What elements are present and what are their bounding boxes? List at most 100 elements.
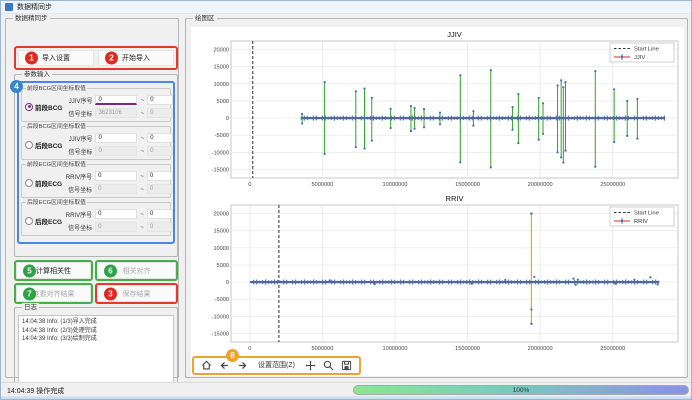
correlation-align-box: 6 相关对齐 [95, 260, 178, 281]
radio-icon [25, 179, 33, 187]
radio-icon [25, 103, 33, 111]
param-section-title: 前段ECG区间坐标取值 [26, 161, 87, 169]
svg-text:15000: 15000 [213, 229, 229, 235]
left-panel-title: 数据精同步 [13, 14, 50, 23]
param-section-rear-bcg: 后段BCG区间坐标取值后段BCGJJIV序号0~0信号坐标0~0 [21, 126, 171, 160]
log-textbox[interactable]: 14:04:38 Info: (1/3)导入完成14:04:38 Info: (… [18, 315, 174, 391]
zoom-icon[interactable] [322, 360, 335, 371]
range-end-input: 0 [147, 108, 173, 118]
svg-text:JJIV: JJIV [634, 55, 645, 61]
step-badge-7: 7 [23, 287, 36, 300]
import-settings-button[interactable]: 1 导入设置 [18, 50, 94, 66]
field-label: 信号坐标 [62, 109, 92, 118]
svg-text:5000000: 5000000 [312, 182, 334, 188]
radio-rear-bcg[interactable]: 后段BCG [24, 140, 62, 150]
range-end-input[interactable]: 0 [147, 209, 173, 219]
import-annotation-box: 1 导入设置 2 开始导入 [14, 46, 178, 70]
svg-text:15000: 15000 [213, 65, 229, 71]
range-end-input[interactable]: 0 [147, 95, 173, 105]
app-window: 数据精同步 数据精同步 1 导入设置 2 开始导入 参数输入 4 前段BCG区间… [0, 0, 692, 400]
svg-text:-10000: -10000 [212, 314, 229, 320]
chart-toolbar: 8 [192, 356, 361, 375]
range-start-input: 3623106 [95, 108, 137, 118]
step-badge-3: 3 [104, 287, 117, 300]
svg-text:20000000: 20000000 [528, 346, 553, 352]
save-result-label: 保存结果 [123, 289, 151, 299]
svg-text:0: 0 [226, 116, 229, 122]
tilde-separator: ~ [140, 97, 144, 104]
radio-label: 后段ECG [35, 216, 62, 226]
action-buttons-grid: 5 计算相关性 6 相关对齐 7 查看对齐结果 3 保存结果 [14, 260, 180, 304]
tilde-separator: ~ [140, 135, 144, 142]
svg-text:10000000: 10000000 [383, 346, 408, 352]
step-badge-2: 2 [105, 52, 118, 65]
svg-text:-10000: -10000 [212, 150, 229, 156]
statusbar: 14:04:39 操作完成 100% [1, 382, 691, 396]
svg-text:10000: 10000 [213, 246, 229, 252]
svg-text:0: 0 [248, 182, 251, 188]
range-start-input[interactable]: 0 [95, 133, 137, 143]
range-end-input: 0 [147, 184, 173, 194]
set-range-button[interactable]: 设置范围(Z) [254, 360, 299, 370]
range-start-input: 0 [95, 222, 137, 232]
pan-icon[interactable] [304, 360, 317, 371]
svg-text:Start Line: Start Line [634, 47, 659, 53]
radio-icon [25, 141, 33, 149]
field-label: 信号坐标 [62, 223, 92, 232]
radio-rear-ecg[interactable]: 后段ECG [24, 216, 62, 226]
range-end-input[interactable]: 0 [147, 133, 173, 143]
svg-text:-5000: -5000 [215, 297, 229, 303]
step-badge-1: 1 [25, 52, 38, 65]
svg-text:5000: 5000 [217, 263, 229, 269]
step-badge-5: 5 [23, 264, 36, 277]
field-label: JJIV序号 [62, 96, 92, 105]
rriv-chart[interactable]: 0500000010000000150000002000000025000000… [191, 191, 684, 355]
forward-arrow-icon[interactable] [236, 360, 249, 371]
radio-label: 前段ECG [35, 178, 62, 188]
app-icon [5, 3, 13, 11]
svg-text:15000000: 15000000 [455, 182, 480, 188]
radio-front-bcg[interactable]: 前段BCG [24, 102, 62, 112]
progress-text: 100% [513, 387, 530, 394]
log-group-title: 日志 [22, 303, 39, 312]
log-line: 14:04:39 Info: (3/3)绘制完成 [22, 335, 170, 344]
titlebar: 数据精同步 [1, 1, 691, 14]
range-start-input[interactable]: 0 [95, 171, 137, 181]
radio-front-ecg[interactable]: 前段ECG [24, 178, 62, 188]
range-end-input[interactable]: 0 [147, 171, 173, 181]
svg-text:20000: 20000 [213, 48, 229, 54]
svg-text:0: 0 [226, 280, 229, 286]
window-title: 数据精同步 [17, 2, 52, 12]
param-section-front-bcg: 前段BCG区间坐标取值前段BCGJJIV序号0~0信号坐标3623106~0 [21, 88, 171, 122]
left-panel-group: 数据精同步 1 导入设置 2 开始导入 参数输入 4 前段BCG区间坐标取值前段… [5, 18, 179, 378]
svg-text:JJIV: JJIV [447, 30, 462, 39]
svg-text:5000: 5000 [217, 99, 229, 105]
range-end-input: 0 [147, 222, 173, 232]
range-start-input[interactable]: 0 [95, 209, 137, 219]
calc-correlation-button[interactable]: 5 计算相关性 [16, 262, 91, 279]
svg-text:-5000: -5000 [215, 133, 229, 139]
matplotlib-figure: 0 5000000 10000000 15000000 20000000 25000000… [191, 27, 684, 376]
svg-text:25000000: 25000000 [600, 346, 625, 352]
svg-text:10000: 10000 [213, 82, 229, 88]
param-section-title: 后段BCG区间坐标取值 [26, 123, 87, 131]
param-section-title: 后段ECG区间坐标取值 [26, 199, 87, 207]
start-import-button[interactable]: 2 开始导入 [98, 50, 174, 66]
field-label: 信号坐标 [62, 185, 92, 194]
correlation-align-label: 相关对齐 [123, 266, 151, 276]
save-icon[interactable] [340, 360, 353, 371]
log-line: 14:04:38 Info: (2/3)处理完成 [22, 327, 170, 336]
svg-text:-15000: -15000 [212, 167, 229, 173]
field-label: RRIV序号 [62, 172, 92, 181]
view-align-result-button: 7 查看对齐结果 [16, 285, 91, 302]
svg-text:RRIV: RRIV [634, 219, 648, 225]
jjiv-chart[interactable]: 0500000010000000150000002000000025000000… [191, 27, 684, 191]
import-settings-label: 导入设置 [42, 53, 70, 63]
calc-correlation-label: 计算相关性 [36, 266, 71, 276]
log-line: 14:04:38 Info: (1/3)导入完成 [22, 318, 170, 327]
plot-area-group: 绘图区 050000001000000015000000200000002500… [185, 18, 688, 378]
view-align-result-box: 7 查看对齐结果 [14, 283, 93, 304]
home-icon[interactable] [200, 360, 213, 371]
svg-text:-15000: -15000 [212, 331, 229, 337]
range-start-input[interactable]: 0 [95, 95, 137, 105]
